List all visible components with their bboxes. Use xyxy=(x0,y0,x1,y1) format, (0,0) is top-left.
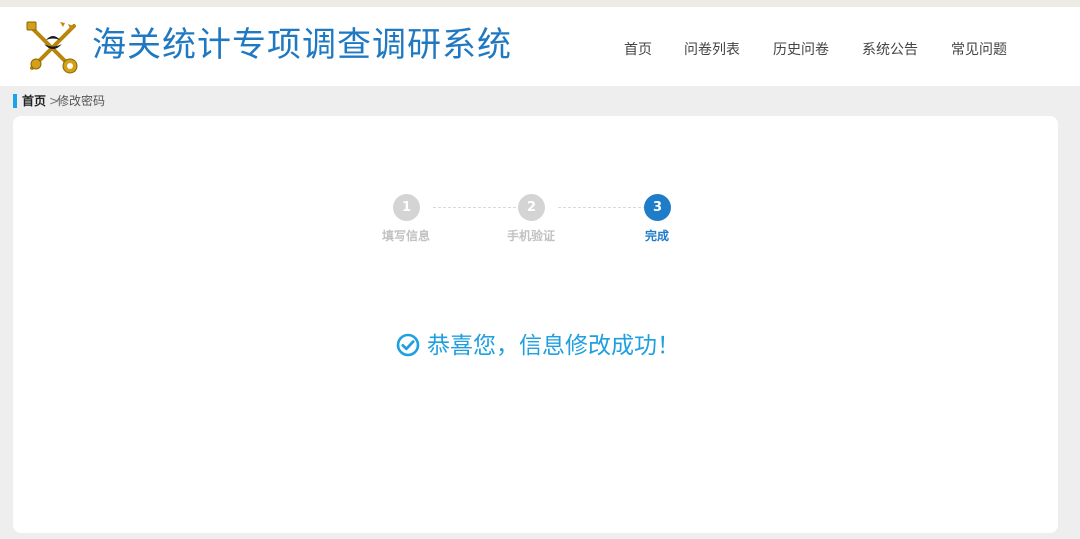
nav-item-system-announcements[interactable]: 系统公告 xyxy=(862,40,918,60)
check-circle-icon xyxy=(396,333,420,357)
site-header: 海关统计专项调查调研系统 首页 问卷列表 历史问卷 系统公告 常见问题 xyxy=(0,7,1080,86)
step-connector-2 xyxy=(558,207,656,208)
main-card: 1 填写信息 2 手机验证 3 完成 恭喜您，信息修改成功！ xyxy=(13,116,1058,533)
success-text: 恭喜您，信息修改成功！ xyxy=(427,333,680,359)
main-nav: 首页 问卷列表 历史问卷 系统公告 常见问题 xyxy=(0,40,1080,60)
step-connector-1 xyxy=(433,207,531,208)
progress-steps: 1 填写信息 2 手机验证 3 完成 xyxy=(13,116,1058,256)
nav-item-questionnaire-list[interactable]: 问卷列表 xyxy=(684,40,740,60)
nav-item-faq[interactable]: 常见问题 xyxy=(951,40,1007,60)
breadcrumb-current: 修改密码 xyxy=(57,94,106,108)
step-1-circle: 1 xyxy=(393,194,420,221)
nav-item-history-questionnaires[interactable]: 历史问卷 xyxy=(773,40,829,60)
nav-item-home[interactable]: 首页 xyxy=(624,40,652,60)
step-3-circle: 3 xyxy=(644,194,671,221)
step-2-label: 手机验证 xyxy=(506,229,555,243)
step-2-circle: 2 xyxy=(518,194,545,221)
breadcrumb-home-link[interactable]: 首页 xyxy=(22,94,46,108)
step-1-label: 填写信息 xyxy=(381,229,430,243)
top-strip xyxy=(0,0,1080,7)
breadcrumb-accent-bar xyxy=(13,94,17,108)
step-3-label: 完成 xyxy=(644,229,669,243)
